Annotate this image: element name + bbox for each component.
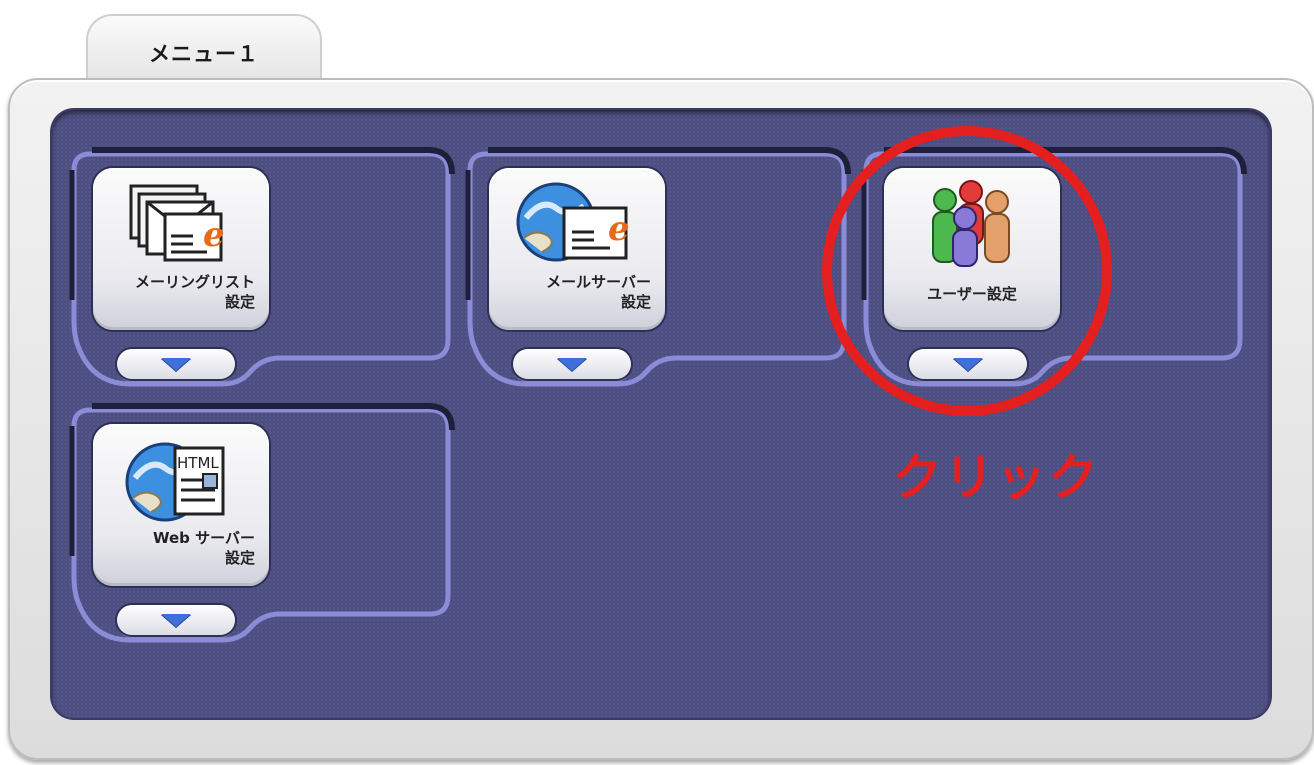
user-settings-button[interactable]: ユーザー設定: [884, 168, 1060, 330]
mail-server-settings-label: メールサーバー 設定: [546, 273, 651, 311]
web-server-icon: HTML: [93, 434, 269, 526]
mail-server-expand-button[interactable]: [513, 349, 631, 379]
mail-server-settings-button[interactable]: e メールサーバー 設定: [489, 168, 665, 330]
users-icon: [884, 178, 1060, 270]
chevron-down-icon: [161, 613, 191, 627]
svg-text:HTML: HTML: [177, 454, 219, 472]
chevron-down-icon: [161, 357, 191, 371]
chevron-down-icon: [953, 357, 983, 371]
svg-text:e: e: [203, 215, 225, 255]
mailing-list-expand-button[interactable]: [117, 349, 235, 379]
web-server-settings-label: Web サーバー 設定: [153, 529, 255, 567]
mailing-list-icon: e: [93, 178, 269, 270]
user-settings-expand-button[interactable]: [909, 349, 1027, 379]
web-server-expand-button[interactable]: [117, 605, 235, 635]
chevron-down-icon: [557, 357, 587, 371]
mailing-list-settings-label: メーリングリスト 設定: [134, 273, 255, 311]
user-settings-label: ユーザー設定: [927, 285, 1017, 303]
mailing-list-settings-button[interactable]: e メーリングリスト 設定: [93, 168, 269, 330]
svg-text:e: e: [608, 209, 630, 249]
menu-tab-label: メニュー１: [149, 42, 259, 66]
mail-server-icon: e: [489, 178, 665, 270]
web-server-settings-button[interactable]: HTML Web サーバー 設定: [93, 424, 269, 586]
click-annotation: クリック: [892, 449, 1100, 507]
